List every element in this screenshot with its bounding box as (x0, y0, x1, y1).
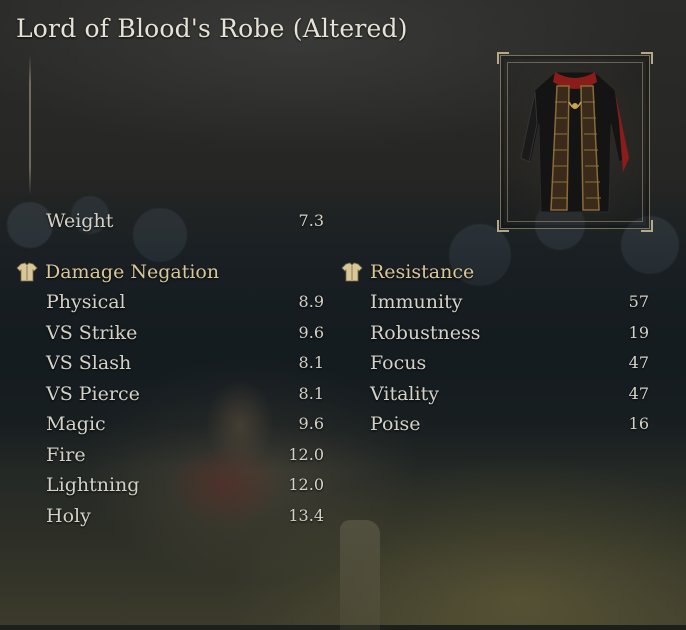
stat-value: 13.4 (288, 505, 324, 525)
frame-corner (641, 220, 653, 232)
stat-value: 12.0 (288, 444, 324, 464)
stat-label: Lightning (46, 474, 140, 496)
stat-row-fire: Fire 12.0 (46, 441, 324, 469)
damage-negation-title: Damage Negation (45, 261, 220, 283)
weight-label: Weight (46, 210, 114, 232)
stat-label: VS Slash (46, 352, 132, 374)
stat-label: Vitality (370, 382, 439, 405)
stat-label: Robustness (370, 321, 481, 344)
frame-corner (497, 220, 509, 232)
resistance-title: Resistance (370, 261, 475, 283)
stat-value: 16 (628, 414, 649, 433)
stat-value: 47 (628, 353, 649, 372)
stat-label: Focus (370, 352, 427, 374)
stat-row-physical: Physical 8.9 (46, 288, 324, 316)
stat-label: VS Strike (46, 321, 138, 344)
armor-icon (341, 262, 363, 282)
stat-row-vitality: Vitality 47 (370, 380, 649, 408)
stat-value: 47 (628, 383, 649, 403)
stat-row-robustness: Robustness 19 (370, 319, 649, 347)
weight-value: 7.3 (298, 211, 324, 230)
stat-value: 8.9 (298, 292, 324, 311)
robe-item-image (520, 71, 630, 213)
stat-value: 12.0 (288, 475, 324, 494)
stat-label: Fire (46, 443, 86, 466)
stat-value: 9.6 (298, 322, 324, 342)
stat-label: Magic (46, 413, 106, 435)
stat-label: Immunity (370, 291, 463, 313)
stat-value: 8.1 (298, 353, 324, 372)
weight-row: Weight 7.3 (46, 207, 324, 235)
stat-row-focus: Focus 47 (370, 349, 649, 377)
stat-value: 9.6 (298, 414, 324, 433)
frame-corner (641, 52, 653, 64)
item-title: Lord of Blood's Robe (Altered) (16, 14, 408, 43)
stat-row-vs-pierce: VS Pierce 8.1 (46, 380, 324, 408)
armor-icon (16, 262, 38, 282)
stat-row-immunity: Immunity 57 (370, 288, 649, 316)
item-image-frame (497, 52, 653, 232)
stat-row-vs-strike: VS Strike 9.6 (46, 319, 324, 347)
frame-corner (497, 52, 509, 64)
stat-label: Poise (370, 413, 421, 435)
stat-row-holy: Holy 13.4 (46, 502, 324, 530)
stat-label: Holy (46, 504, 91, 527)
stat-value: 19 (628, 322, 649, 342)
stat-value: 8.1 (298, 383, 324, 403)
stat-label: VS Pierce (46, 382, 140, 405)
stat-row-poise: Poise 16 (370, 410, 649, 438)
title-divider-line (29, 55, 31, 195)
stat-row-magic: Magic 9.6 (46, 410, 324, 438)
stat-label: Physical (46, 291, 126, 313)
background-stone (340, 520, 380, 630)
stat-row-vs-slash: VS Slash 8.1 (46, 349, 324, 377)
stat-value: 57 (628, 292, 649, 311)
stat-row-lightning: Lightning 12.0 (46, 471, 324, 499)
